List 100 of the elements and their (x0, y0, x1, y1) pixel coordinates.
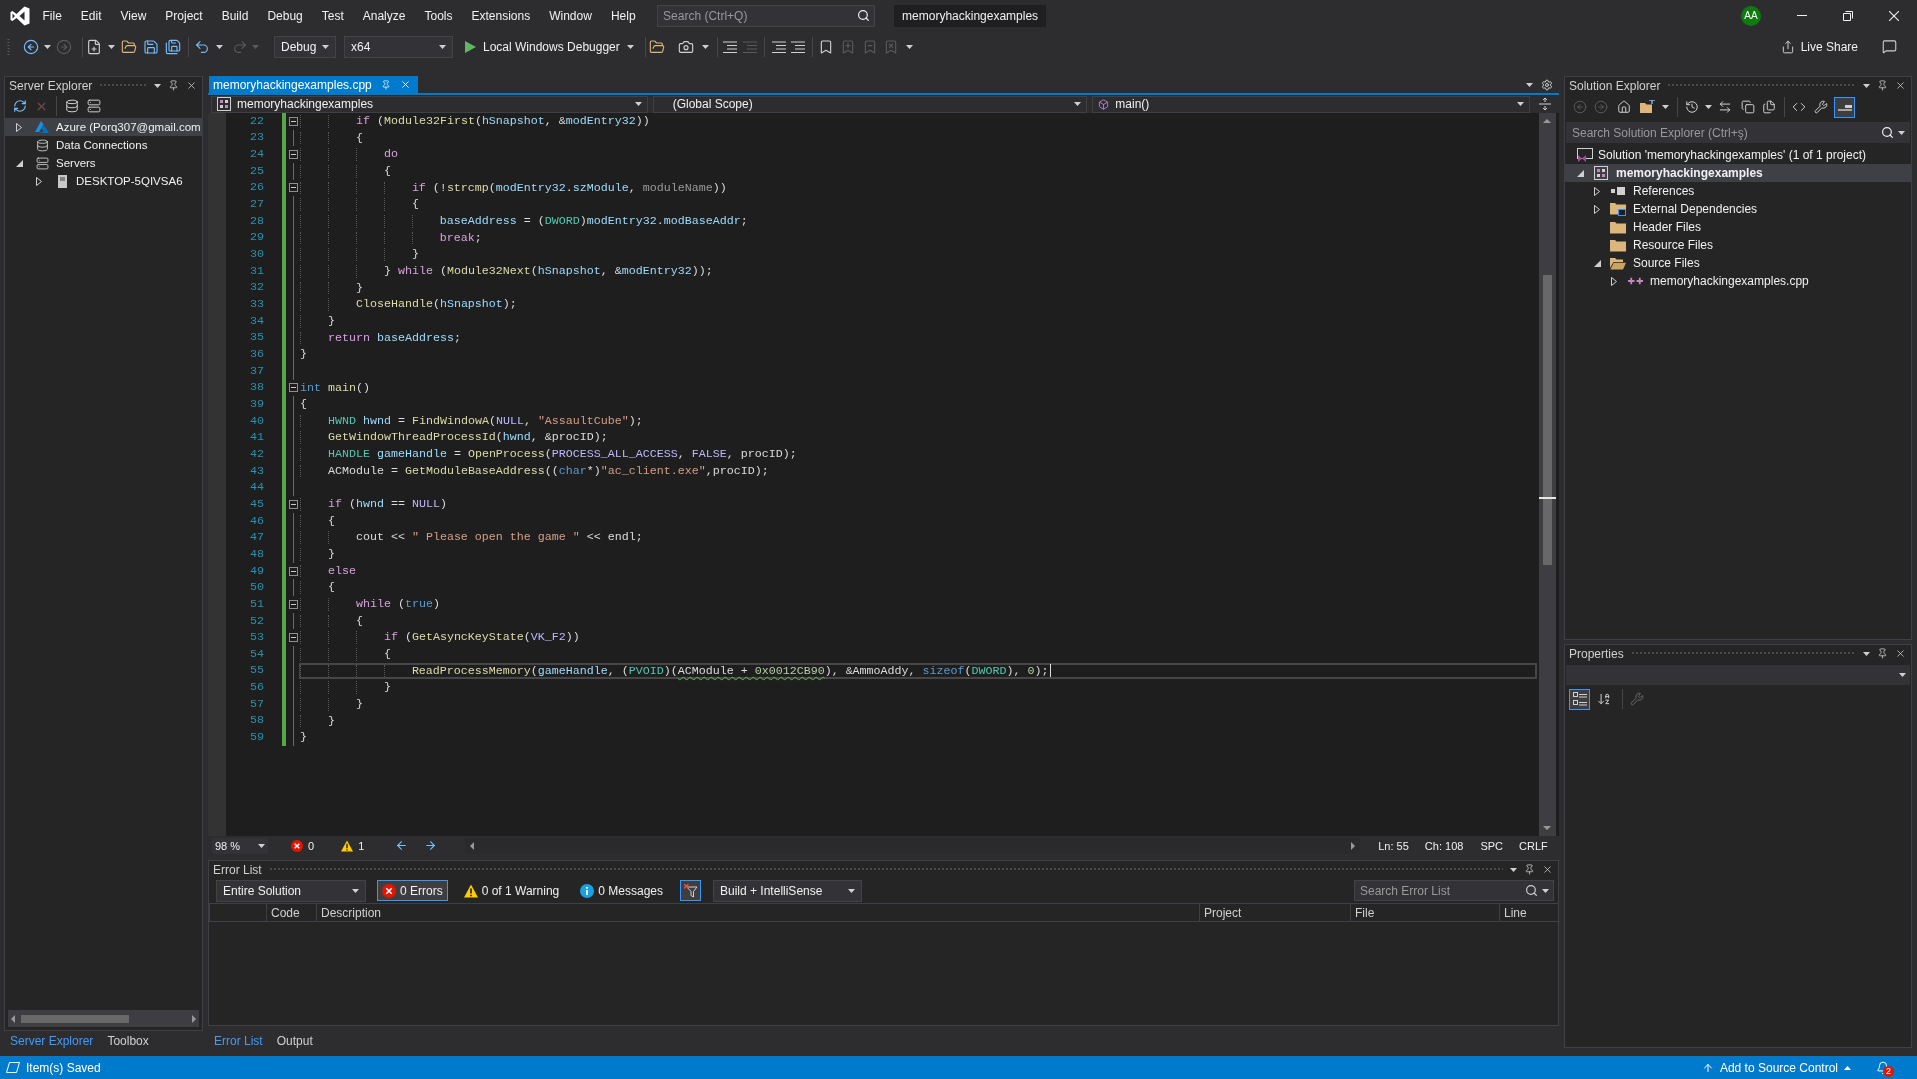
split-handle-icon[interactable] (1539, 98, 1551, 110)
search-icon[interactable] (1881, 126, 1894, 139)
menu-item[interactable]: Edit (80, 8, 102, 23)
run-button[interactable]: Local Windows Debugger (462, 35, 637, 58)
panel-tab[interactable]: Error List (212, 1032, 265, 1049)
menu-item[interactable]: View (120, 8, 147, 23)
collapse-icon[interactable] (288, 183, 298, 193)
menu-item[interactable]: Analyze (362, 8, 406, 23)
search-icon[interactable] (1525, 884, 1538, 897)
column-header[interactable]: Line (1504, 905, 1527, 920)
collapse-icon[interactable] (288, 566, 298, 576)
dropdown-caret-icon[interactable] (1863, 651, 1870, 656)
speech-bubble-icon[interactable] (1882, 39, 1897, 54)
horizontal-scrollbar[interactable] (8, 1010, 199, 1027)
collapse-icon[interactable] (288, 499, 298, 509)
dropdown-caret-icon[interactable] (352, 888, 359, 893)
caret-right-icon[interactable] (16, 122, 22, 132)
toolbar-grip-icon[interactable] (7, 37, 10, 56)
settings-icon[interactable] (1541, 78, 1553, 91)
caret-down-icon[interactable] (1593, 259, 1601, 267)
dropdown-caret-icon[interactable] (1510, 867, 1517, 872)
tree-item[interactable]: Header Files (1633, 220, 1702, 234)
search-field[interactable]: Search (Ctrl+Q) (657, 4, 876, 27)
open-folder-icon[interactable] (648, 38, 665, 55)
code-icon[interactable] (1792, 100, 1806, 114)
live-share-button[interactable]: Live Share (1780, 39, 1858, 54)
sync-arrows-icon[interactable] (1718, 100, 1732, 114)
dropdown-caret-icon[interactable] (1526, 82, 1533, 87)
caret-right-icon[interactable] (1611, 276, 1617, 286)
editor-tab[interactable]: memoryhackingexamples.cpp (209, 76, 418, 93)
tree-item[interactable]: Resource Files (1633, 238, 1714, 252)
tree-item[interactable]: Servers (56, 157, 96, 169)
menu-item[interactable]: Debug (267, 8, 303, 23)
database-icon[interactable] (65, 99, 79, 113)
stacked-squares-icon[interactable] (1741, 100, 1755, 114)
search-field[interactable]: Search Solution Explorer (Ctrl+ş) (1566, 122, 1910, 143)
zoom-dropdown[interactable]: 98 % (212, 837, 268, 854)
dropdown-caret-icon[interactable] (216, 44, 223, 49)
tree-item[interactable]: memoryhackingexamples (1616, 166, 1763, 180)
new-file-icon[interactable] (86, 38, 102, 55)
tree-item[interactable]: Source Files (1633, 256, 1700, 270)
history-icon[interactable] (1685, 100, 1699, 114)
dropdown-caret-icon[interactable] (1517, 102, 1524, 106)
tree-item[interactable]: DESKTOP-5QIVSA6 (76, 175, 183, 187)
pin-icon[interactable] (380, 79, 391, 90)
menu-item[interactable]: Help (610, 8, 636, 23)
column-header[interactable]: Description (321, 905, 382, 920)
play-icon[interactable] (465, 40, 476, 53)
filter-button[interactable]: 0 Errors (377, 880, 448, 901)
close-icon[interactable] (1542, 864, 1553, 875)
panel-tab[interactable]: Server Explorer (8, 1032, 96, 1049)
dropdown-caret-icon[interactable] (439, 44, 446, 49)
pin-icon[interactable] (1877, 648, 1888, 659)
arrow-left-icon[interactable] (395, 839, 409, 852)
dropdown-caret-icon[interactable] (1542, 888, 1549, 893)
tree-item[interactable]: Data Connections (56, 139, 148, 151)
collapse-icon[interactable] (288, 633, 298, 643)
dropdown-caret-icon[interactable] (322, 44, 329, 49)
tree-item[interactable]: References (1633, 184, 1695, 198)
close-icon[interactable] (1889, 10, 1899, 21)
menu-item[interactable]: Build (221, 8, 249, 23)
server-icon[interactable] (87, 99, 101, 113)
bell-icon[interactable] (1876, 1060, 1890, 1075)
filter-toggle-button[interactable] (680, 880, 701, 901)
refresh-icon[interactable] (13, 99, 27, 113)
member-dropdown[interactable]: main() (1092, 95, 1530, 113)
dropdown-caret-icon[interactable] (1863, 83, 1870, 88)
share-icon[interactable] (1780, 39, 1795, 54)
account-avatar[interactable]: AA (1741, 5, 1761, 26)
tree-item[interactable]: Azure (Porq307@gmail.com (56, 121, 201, 133)
menu-item[interactable]: Test (321, 8, 344, 23)
dropdown-caret-icon[interactable] (108, 44, 115, 49)
camera-icon[interactable] (677, 38, 694, 55)
save-all-icon[interactable] (165, 38, 181, 55)
restore-icon[interactable] (1843, 10, 1853, 21)
menu-item[interactable]: Project (165, 8, 203, 23)
collapse-icon[interactable] (288, 599, 298, 609)
collapse-icon[interactable] (288, 150, 298, 160)
caret-up-icon[interactable] (1844, 1065, 1851, 1070)
tree-item[interactable]: Solution 'memoryhackingexamples' (1 of 1 project) (1598, 148, 1867, 162)
dropdown-caret-icon[interactable] (258, 843, 265, 848)
menu-item[interactable]: File (42, 8, 62, 23)
open-folder-icon[interactable] (121, 38, 137, 55)
source-control-button[interactable]: Add to Source Control (1701, 1060, 1851, 1075)
tree-item[interactable]: External Dependencies (1633, 202, 1758, 216)
undo-icon[interactable] (194, 38, 210, 55)
line-bar-icon[interactable] (1837, 103, 1852, 111)
search-icon[interactable] (857, 9, 871, 22)
scope-dropdown[interactable]: Entire Solution (216, 879, 366, 902)
files-icon[interactable] (1762, 100, 1776, 114)
menu-item[interactable]: Extensions (471, 8, 531, 23)
preview-toggle-button[interactable] (1834, 96, 1855, 118)
pin-icon[interactable] (168, 80, 179, 91)
tree-item[interactable]: memoryhackingexamples.cpp (1650, 274, 1809, 288)
menu-item[interactable]: Window (549, 8, 592, 23)
close-icon[interactable] (1895, 648, 1906, 659)
dropdown-caret-icon[interactable] (701, 44, 709, 49)
close-icon[interactable] (1895, 80, 1906, 91)
collapse-icon[interactable] (288, 383, 298, 393)
platform-dropdown[interactable]: x64 (344, 35, 453, 58)
